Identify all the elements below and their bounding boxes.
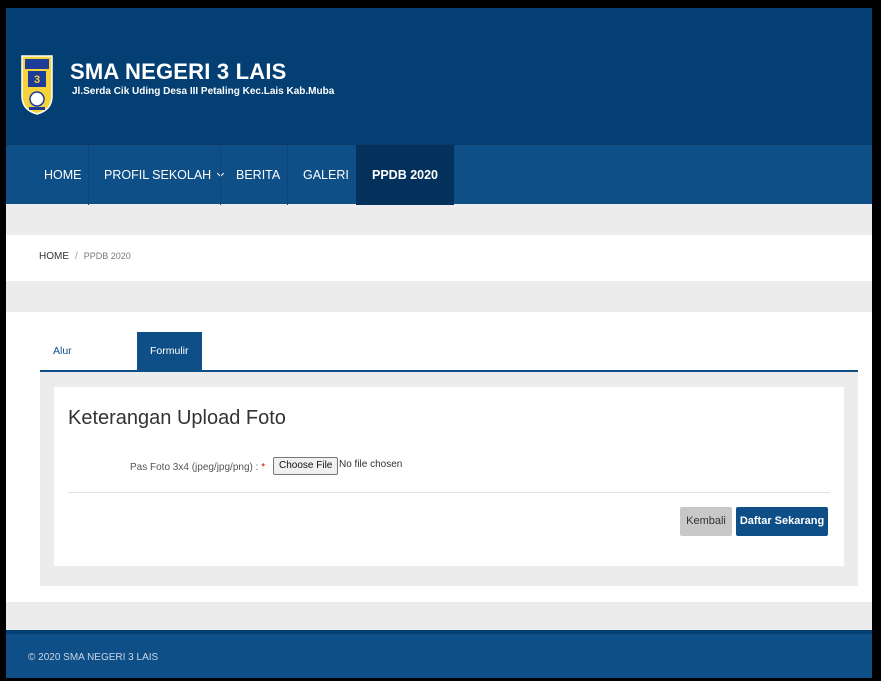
register-now-button[interactable]: Daftar Sekarang bbox=[736, 507, 828, 536]
form-divider bbox=[68, 492, 830, 493]
photo-field-label: Pas Foto 3x4 (jpeg/jpg/png) : * bbox=[130, 462, 265, 473]
nav-berita[interactable]: BERITA bbox=[222, 145, 294, 205]
nav-berita-label: BERITA bbox=[236, 168, 281, 182]
browser-viewport: 3 SMA NEGERI 3 LAIS Jl.Serda Cik Uding D… bbox=[6, 8, 874, 678]
required-mark: * bbox=[261, 462, 266, 473]
upload-form-card: Keterangan Upload Foto Pas Foto 3x4 (jpe… bbox=[54, 387, 844, 566]
school-name: SMA NEGERI 3 LAIS bbox=[70, 59, 287, 84]
school-address: Jl.Serda Cik Uding Desa III Petaling Kec… bbox=[72, 86, 335, 97]
photo-field-label-text: Pas Foto 3x4 (jpeg/jpg/png) : bbox=[130, 462, 259, 473]
breadcrumb-bar: HOME / PPDB 2020 bbox=[6, 235, 872, 281]
breadcrumb-current: PPDB 2020 bbox=[83, 251, 131, 261]
nav-ppdb-2020[interactable]: PPDB 2020 bbox=[356, 145, 455, 205]
back-button[interactable]: Kembali bbox=[680, 507, 732, 536]
main-content: Alur Pendaftaran Formulir PPDB 2020 Kete… bbox=[6, 312, 872, 602]
tab-panel: Keterangan Upload Foto Pas Foto 3x4 (jpe… bbox=[40, 372, 858, 586]
site-footer: © 2020 SMA NEGERI 3 LAIS bbox=[6, 630, 872, 678]
main-navbar: HOME PROFIL SEKOLAH BERITA GALERI PPDB 2… bbox=[6, 144, 872, 205]
nav-divider bbox=[220, 145, 221, 205]
form-title: Keterangan Upload Foto bbox=[68, 407, 286, 429]
file-status-text: No file chosen bbox=[339, 459, 403, 470]
nav-home[interactable]: HOME bbox=[30, 145, 96, 205]
footer-copyright: © 2020 SMA NEGERI 3 LAIS bbox=[28, 652, 159, 663]
nav-divider bbox=[88, 145, 89, 205]
svg-text:3: 3 bbox=[34, 74, 40, 86]
breadcrumb-home-link[interactable]: HOME bbox=[39, 251, 69, 262]
choose-file-button[interactable]: Choose File bbox=[273, 457, 339, 475]
nav-ppdb-2020-label: PPDB 2020 bbox=[372, 168, 439, 182]
breadcrumb-separator: / bbox=[75, 251, 78, 262]
nav-profil-sekolah[interactable]: PROFIL SEKOLAH bbox=[90, 145, 237, 205]
site-header: 3 SMA NEGERI 3 LAIS Jl.Serda Cik Uding D… bbox=[6, 8, 872, 144]
breadcrumb: HOME / PPDB 2020 bbox=[39, 251, 131, 262]
nav-profil-sekolah-label: PROFIL SEKOLAH bbox=[104, 168, 212, 182]
tab-formulir-ppdb-2020[interactable]: Formulir PPDB 2020 bbox=[137, 332, 202, 433]
school-crest-icon: 3 bbox=[21, 55, 53, 115]
nav-divider bbox=[287, 145, 288, 205]
nav-galeri-label: GALERI bbox=[303, 168, 349, 182]
nav-galeri[interactable]: GALERI bbox=[289, 145, 363, 205]
nav-home-label: HOME bbox=[44, 168, 82, 182]
tab-alur-pendaftaran[interactable]: Alur Pendaftaran bbox=[40, 332, 123, 395]
